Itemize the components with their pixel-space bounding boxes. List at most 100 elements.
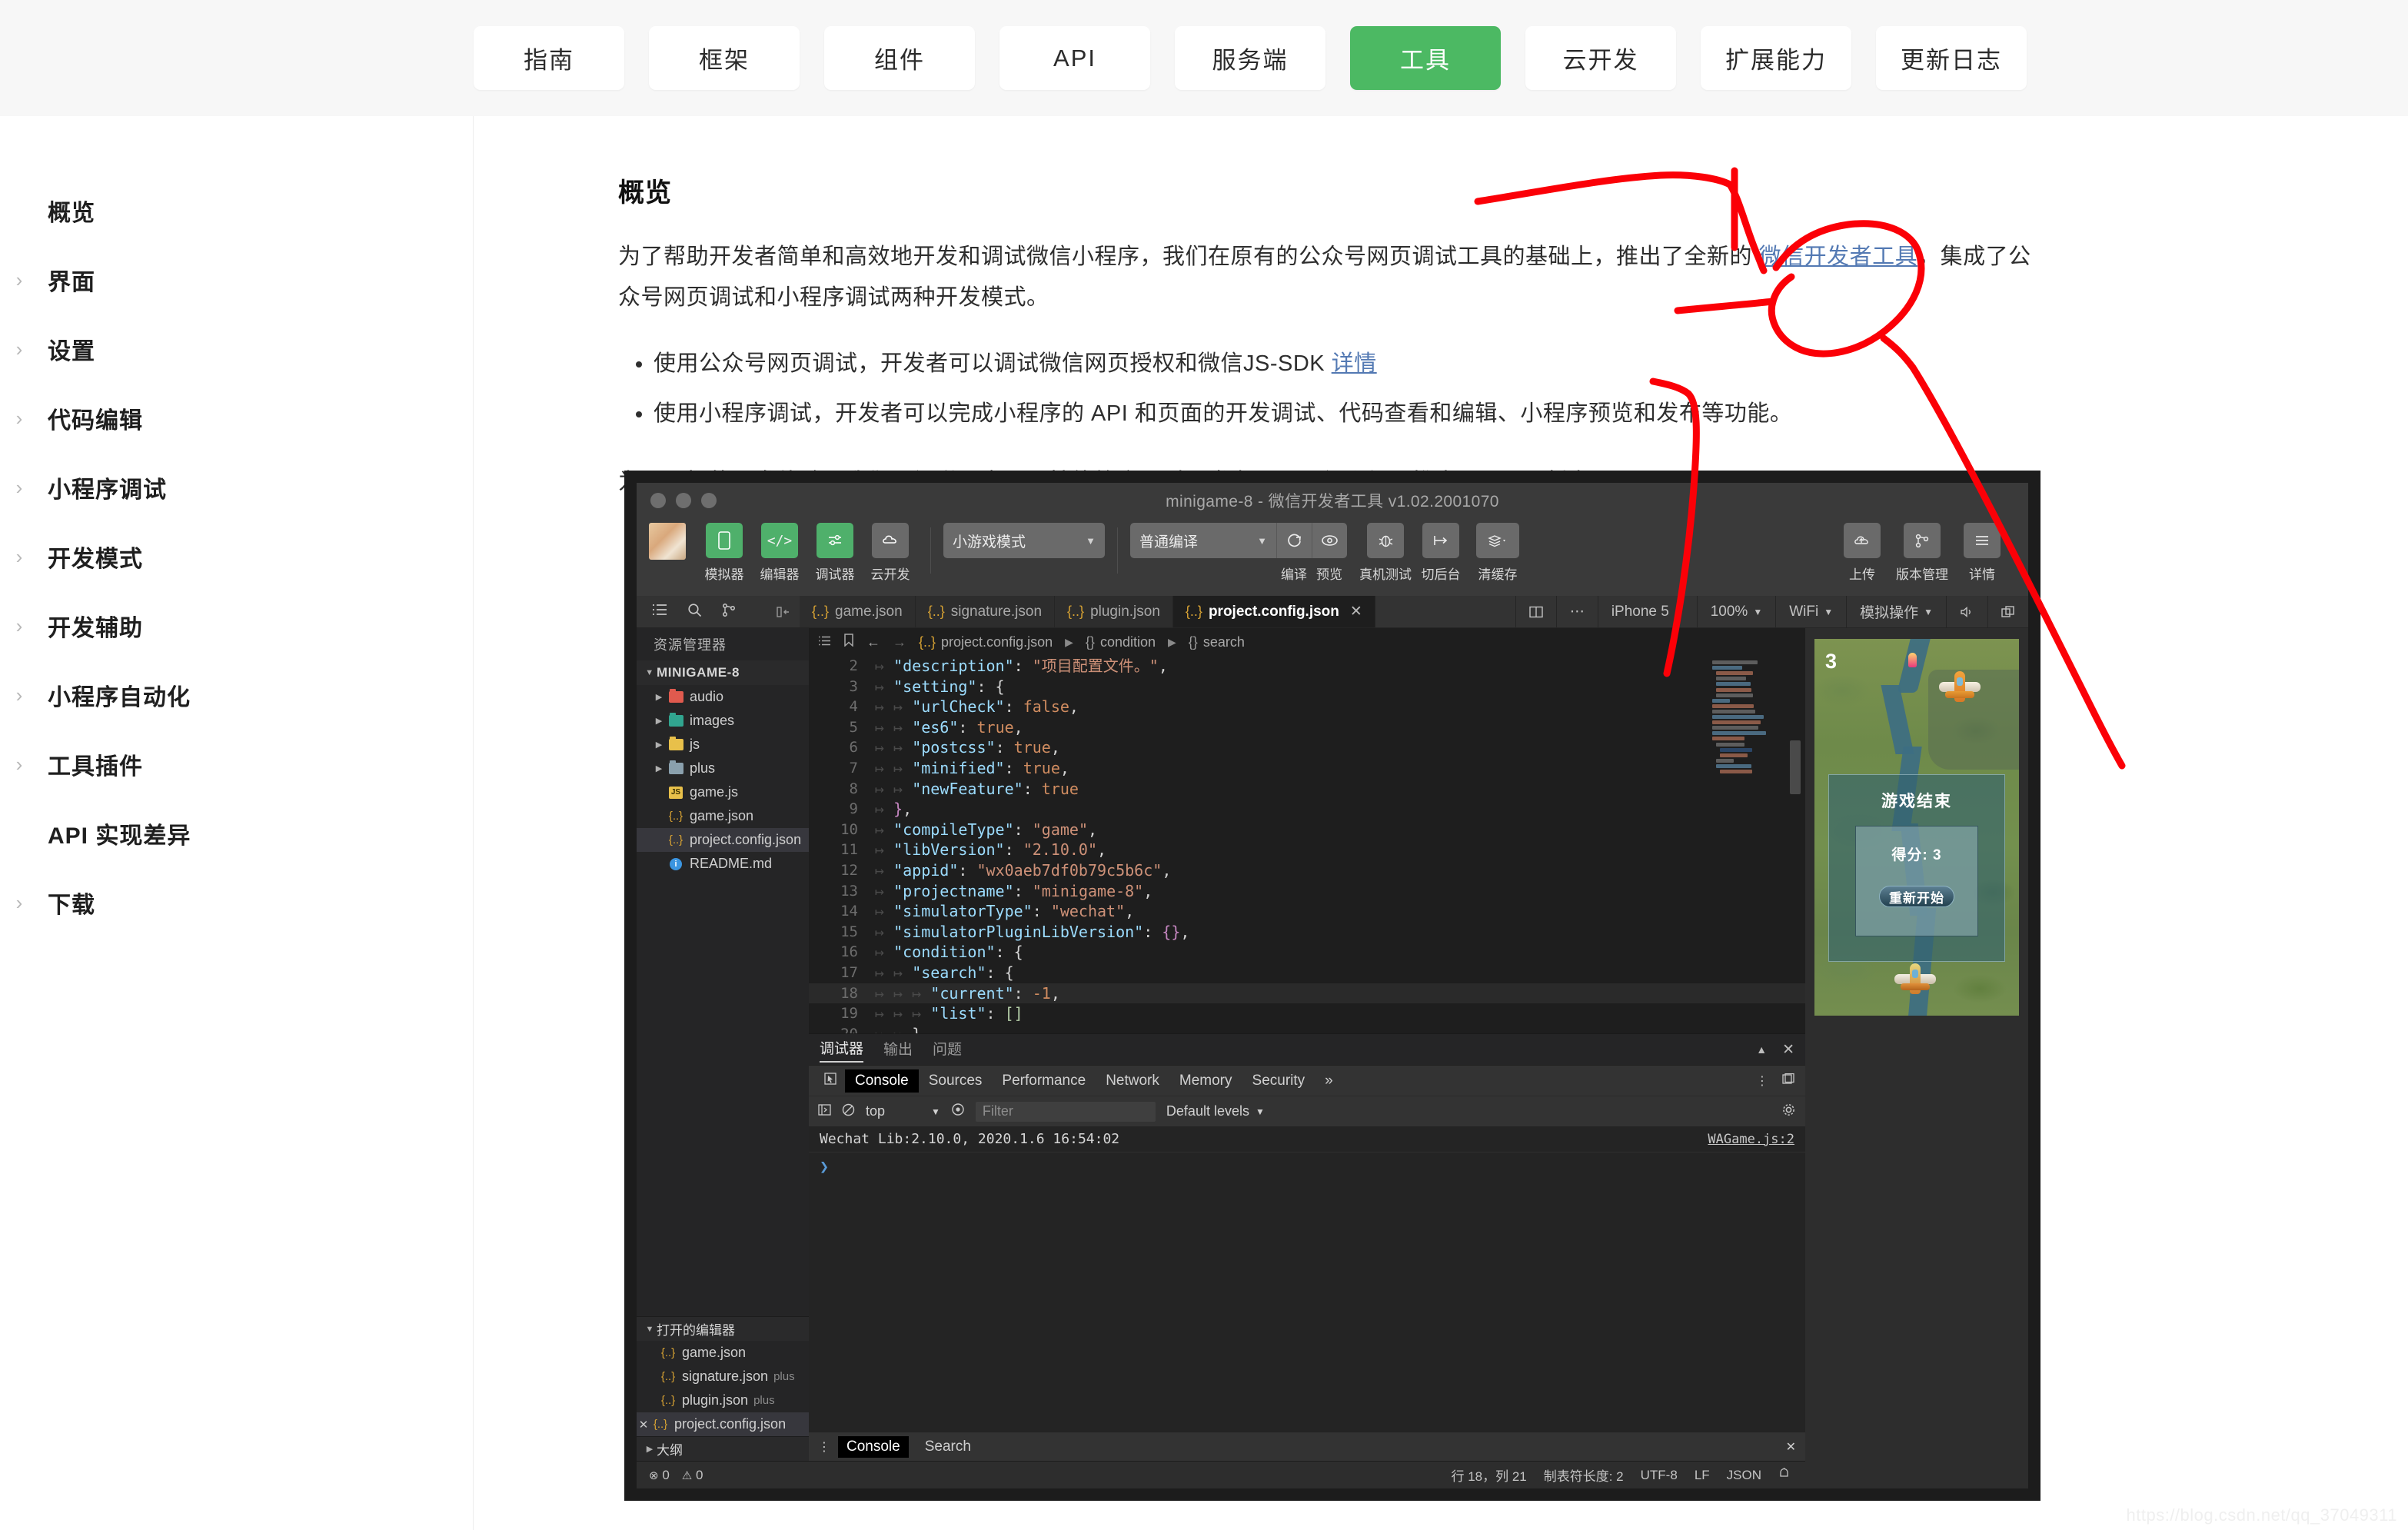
fold-gutter[interactable]: [858, 860, 875, 881]
panel-tab-debugger[interactable]: 调试器: [820, 1037, 863, 1063]
tree-item-readme-md[interactable]: i README.md: [637, 852, 809, 876]
close-icon[interactable]: ✕: [637, 1418, 650, 1432]
editor-tab-game-json[interactable]: {..} game.json: [800, 596, 916, 627]
dock-side-icon[interactable]: [1782, 1073, 1794, 1089]
encoding[interactable]: UTF-8: [1641, 1468, 1678, 1483]
console-context-select[interactable]: top ▼: [866, 1103, 940, 1119]
fold-gutter[interactable]: [858, 983, 875, 1004]
console-levels-select[interactable]: Default levels ▼: [1166, 1103, 1265, 1119]
breadcrumb-condition[interactable]: {} condition: [1086, 634, 1156, 650]
devtools-link[interactable]: 微信开发者工具: [1759, 244, 1918, 269]
more-icon[interactable]: ⋯: [1556, 596, 1598, 627]
fold-gutter[interactable]: [858, 820, 875, 840]
nav-tab-7[interactable]: 扩展能力: [1701, 26, 1851, 90]
fold-gutter[interactable]: [858, 901, 875, 922]
eye-icon[interactable]: [951, 1103, 965, 1120]
fold-gutter[interactable]: [858, 779, 875, 800]
nav-tab-2[interactable]: 组件: [824, 26, 975, 90]
console-filter-input[interactable]: Filter: [976, 1102, 1156, 1122]
console-output[interactable]: Wechat Lib:2.10.0, 2020.1.6 16:54:02 WAG…: [809, 1126, 1805, 1432]
source-control-icon[interactable]: [722, 603, 736, 621]
avatar[interactable]: [649, 523, 686, 560]
device-select[interactable]: iPhone 5 ▼: [1598, 596, 1697, 627]
collapse-panel-icon[interactable]: ▲: [1756, 1043, 1767, 1056]
compile-button[interactable]: [1276, 523, 1312, 558]
collapse-icon[interactable]: [777, 596, 800, 627]
code-editor[interactable]: 2↦ "description": "项目配置文件。",3↦ "setting"…: [809, 656, 1805, 1033]
game-mode-select[interactable]: 小游戏模式 ▼: [943, 523, 1105, 558]
fold-gutter[interactable]: [858, 922, 875, 943]
restart-button[interactable]: 重新开始: [1879, 886, 1954, 907]
editor-tab-signature-json[interactable]: {..} signature.json: [916, 596, 1055, 627]
files-icon[interactable]: [652, 603, 667, 620]
console-sidebar-icon[interactable]: [818, 1103, 831, 1119]
back-icon[interactable]: ←: [866, 634, 880, 650]
fold-gutter[interactable]: [858, 677, 875, 697]
sidebar-item-1[interactable]: ›界面: [0, 245, 473, 314]
fold-gutter[interactable]: [858, 963, 875, 983]
fold-gutter[interactable]: [858, 1003, 875, 1024]
forward-icon[interactable]: →: [893, 634, 906, 650]
simulate-action-select[interactable]: 模拟操作 ▼: [1846, 596, 1946, 627]
sidebar-item-10[interactable]: ›下载: [0, 868, 473, 937]
tree-item-plus[interactable]: ▶ plus: [637, 757, 809, 780]
fold-gutter[interactable]: [858, 717, 875, 738]
error-count[interactable]: ⊗ 0: [649, 1468, 670, 1483]
game-screen[interactable]: 3 游戏结束 得分: 3: [1814, 639, 2019, 1016]
tree-item-game-json[interactable]: {..} game.json: [637, 804, 809, 828]
tree-item-game-js[interactable]: JS game.js: [637, 780, 809, 804]
cursor-position[interactable]: 行 18，列 21: [1451, 1465, 1526, 1485]
clear-cache-button[interactable]: 清缓存: [1472, 523, 1523, 583]
drawer-tab-search[interactable]: Search: [916, 1436, 979, 1458]
console-prompt[interactable]: ❯: [809, 1152, 1805, 1180]
open-editor-game-json[interactable]: {..} game.json: [637, 1341, 809, 1365]
fold-gutter[interactable]: [858, 758, 875, 779]
sidebar-item-3[interactable]: ›代码编辑: [0, 384, 473, 453]
nav-tab-0[interactable]: 指南: [474, 26, 624, 90]
sidebar-item-7[interactable]: ›小程序自动化: [0, 660, 473, 730]
zoom-select[interactable]: 100% ▼: [1697, 596, 1776, 627]
upload-button[interactable]: 上传: [1838, 523, 1886, 583]
sidebar-item-2[interactable]: ›设置: [0, 314, 473, 384]
devtools-tab-security[interactable]: Security: [1242, 1069, 1315, 1093]
close-icon[interactable]: ✕: [1350, 603, 1362, 620]
inspect-element-icon[interactable]: [817, 1073, 845, 1089]
warning-count[interactable]: ⚠ 0: [682, 1468, 703, 1483]
nav-tab-1[interactable]: 框架: [649, 26, 800, 90]
open-editor-project-config-json[interactable]: ✕ {..} project.config.json: [637, 1412, 809, 1436]
nav-tab-5[interactable]: 工具: [1350, 26, 1501, 90]
language-mode[interactable]: JSON: [1727, 1468, 1761, 1483]
debugger-button[interactable]: 调试器: [811, 523, 859, 583]
tree-item-audio[interactable]: ▶ audio: [637, 685, 809, 709]
explorer-toggle-icon[interactable]: [818, 634, 831, 650]
fold-gutter[interactable]: [858, 799, 875, 820]
open-editor-plugin-json[interactable]: {..} plugin.json plus: [637, 1389, 809, 1412]
devtools-tab-console[interactable]: Console: [845, 1069, 919, 1093]
close-icon[interactable]: ✕: [1782, 1041, 1794, 1059]
editor-tab-plugin-json[interactable]: {..} plugin.json: [1055, 596, 1173, 627]
preview-button[interactable]: [1312, 523, 1347, 558]
nav-tab-8[interactable]: 更新日志: [1876, 26, 2027, 90]
sidebar-item-9[interactable]: API 实现差异: [0, 799, 473, 868]
compile-mode-select[interactable]: 普通编译 ▼: [1130, 523, 1276, 558]
fold-gutter[interactable]: [858, 656, 875, 677]
bookmark-icon[interactable]: [843, 634, 854, 650]
nav-tab-4[interactable]: 服务端: [1175, 26, 1325, 90]
tree-item-js[interactable]: ▶ js: [637, 733, 809, 757]
split-editor-icon[interactable]: [1515, 596, 1556, 627]
clear-console-icon[interactable]: [842, 1103, 855, 1120]
editor-tab-project-config-json[interactable]: {..} project.config.json ✕: [1173, 596, 1375, 627]
nav-tab-3[interactable]: API: [999, 26, 1150, 90]
fold-gutter[interactable]: [858, 942, 875, 963]
editor-button[interactable]: </> 编辑器: [756, 523, 803, 583]
sidebar-item-0[interactable]: 概览: [0, 176, 473, 245]
background-button[interactable]: 切后台: [1417, 523, 1465, 583]
sidebar-item-6[interactable]: ›开发辅助: [0, 591, 473, 660]
fold-gutter[interactable]: [858, 840, 875, 860]
tab-size[interactable]: 制表符长度: 2: [1544, 1465, 1624, 1485]
nav-tab-6[interactable]: 云开发: [1525, 26, 1676, 90]
details-link[interactable]: 详情: [1332, 351, 1377, 376]
fold-gutter[interactable]: [858, 1024, 875, 1033]
panel-tab-problems[interactable]: 问题: [933, 1038, 962, 1062]
fold-gutter[interactable]: [858, 737, 875, 758]
